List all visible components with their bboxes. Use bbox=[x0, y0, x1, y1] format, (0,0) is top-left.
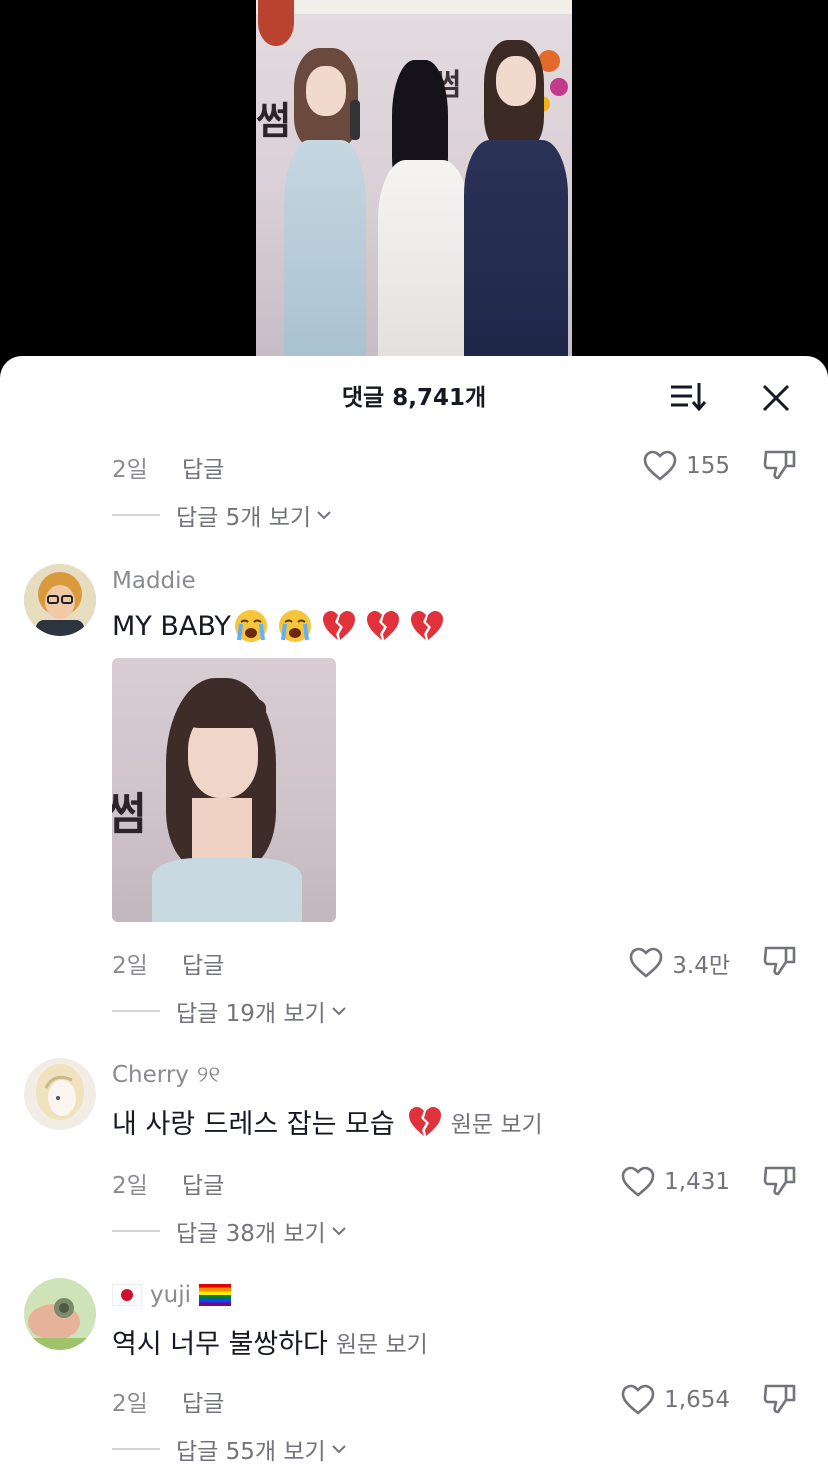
reply-button[interactable]: 답글 bbox=[182, 450, 224, 484]
divider-line bbox=[112, 514, 160, 516]
see-original-link[interactable]: 원문 보기 bbox=[451, 1105, 543, 1139]
view-replies-label: 답글 38개 보기 bbox=[176, 1221, 326, 1247]
broken-heart-icon bbox=[366, 611, 399, 640]
username-text: Cherry bbox=[112, 1062, 189, 1088]
comment-date: 2일 bbox=[112, 457, 148, 483]
like-button[interactable]: 1,431 bbox=[620, 1166, 730, 1198]
japan-flag-icon bbox=[112, 1284, 142, 1306]
rainbow-flag-icon bbox=[198, 1284, 231, 1306]
image-person-fringe bbox=[184, 694, 266, 728]
dislike-icon[interactable] bbox=[762, 942, 798, 978]
heart-icon bbox=[629, 947, 663, 978]
comment-body: 내 사랑 드레스 잡는 모습 bbox=[112, 1109, 395, 1140]
close-icon[interactable] bbox=[758, 380, 794, 416]
comment-body: MY BABY bbox=[112, 610, 231, 642]
reply-button[interactable]: 답글 bbox=[182, 1384, 224, 1418]
avatar[interactable] bbox=[24, 1278, 96, 1350]
view-replies-label: 답글 55개 보기 bbox=[176, 1439, 326, 1465]
loudly-crying-face-icon bbox=[278, 610, 311, 642]
comment-body: 역시 너무 불쌍하다 bbox=[112, 1329, 328, 1360]
comment-text: MY BABY bbox=[112, 608, 445, 644]
dislike-icon[interactable] bbox=[762, 1380, 798, 1416]
image-person-dress bbox=[152, 858, 302, 922]
comment-meta-row: 2일 답글 3.4만 bbox=[0, 940, 828, 980]
comment-meta-row: 2일 답글 1,654 bbox=[0, 1378, 828, 1418]
comment-date: 2일 bbox=[112, 1391, 148, 1417]
reply-button[interactable]: 답글 bbox=[182, 946, 224, 980]
video-player[interactable]: 빅썸 썸 bbox=[256, 0, 572, 360]
broken-heart-icon bbox=[410, 611, 443, 640]
heart-icon bbox=[643, 450, 677, 481]
loudly-crying-face-icon bbox=[234, 610, 267, 642]
video-person-3 bbox=[460, 40, 572, 360]
view-replies-button[interactable]: 답글 38개 보기 bbox=[112, 1214, 348, 1248]
comment-image-text: 썸 bbox=[112, 789, 147, 840]
see-original-link[interactable]: 원문 보기 bbox=[336, 1325, 428, 1359]
dislike-icon[interactable] bbox=[762, 446, 798, 482]
heart-icon bbox=[621, 1166, 655, 1197]
comment-date: 2일 bbox=[112, 953, 148, 979]
username-text: Maddie bbox=[112, 568, 196, 594]
heart-icon bbox=[621, 1384, 655, 1415]
divider-line bbox=[112, 1010, 160, 1012]
comment-username[interactable]: Cherry ୨୧ bbox=[112, 1062, 220, 1088]
avatar-image bbox=[24, 564, 96, 636]
view-replies-label: 답글 5개 보기 bbox=[176, 505, 312, 531]
chevron-down-icon bbox=[317, 511, 331, 520]
like-count: 155 bbox=[686, 453, 730, 479]
chevron-down-icon bbox=[331, 1445, 346, 1454]
sort-icon[interactable] bbox=[668, 380, 708, 414]
divider-line bbox=[112, 1448, 160, 1450]
broken-heart-icon bbox=[322, 611, 355, 640]
comment-username[interactable]: Maddie bbox=[112, 568, 196, 594]
view-replies-button[interactable]: 답글 19개 보기 bbox=[112, 994, 348, 1028]
like-button[interactable]: 155 bbox=[642, 450, 730, 482]
chevron-down-icon bbox=[331, 1007, 346, 1016]
avatar[interactable] bbox=[24, 1058, 96, 1130]
comment-username[interactable]: yuji bbox=[112, 1282, 231, 1308]
like-button[interactable]: 3.4만 bbox=[628, 946, 730, 980]
dislike-icon[interactable] bbox=[762, 1162, 798, 1198]
broken-heart-icon bbox=[408, 1106, 441, 1136]
chevron-down-icon bbox=[331, 1227, 346, 1236]
comment-meta-row: 2일 답글 1,431 bbox=[0, 1160, 828, 1200]
like-count: 3.4만 bbox=[672, 953, 730, 979]
like-button[interactable]: 1,654 bbox=[620, 1384, 730, 1416]
view-replies-button[interactable]: 답글 5개 보기 bbox=[112, 498, 333, 532]
comment-image[interactable]: 썸 bbox=[112, 658, 336, 922]
comment-date: 2일 bbox=[112, 1173, 148, 1199]
view-replies-button[interactable]: 답글 55개 보기 bbox=[112, 1432, 348, 1466]
view-replies-label: 답글 19개 보기 bbox=[176, 1001, 326, 1027]
like-count: 1,431 bbox=[664, 1169, 730, 1195]
avatar[interactable] bbox=[24, 564, 96, 636]
username-suffix: ୨୧ bbox=[196, 1062, 221, 1088]
divider-line bbox=[112, 1230, 160, 1232]
username-text: yuji bbox=[150, 1282, 191, 1308]
comment-text: 내 사랑 드레스 잡는 모습 원문 보기 bbox=[112, 1102, 543, 1141]
like-count: 1,654 bbox=[664, 1387, 730, 1413]
comments-sheet: 댓글 8,741개 2일 답글 155 답글 5개 보기 Maddie MY B… bbox=[0, 356, 828, 1483]
comment-meta-row: 2일 답글 155 bbox=[0, 444, 828, 484]
comment-text: 역시 너무 불쌍하다 원문 보기 bbox=[112, 1322, 428, 1361]
avatar-image bbox=[24, 1058, 96, 1130]
avatar-image bbox=[24, 1278, 96, 1350]
reply-button[interactable]: 답글 bbox=[182, 1166, 224, 1200]
